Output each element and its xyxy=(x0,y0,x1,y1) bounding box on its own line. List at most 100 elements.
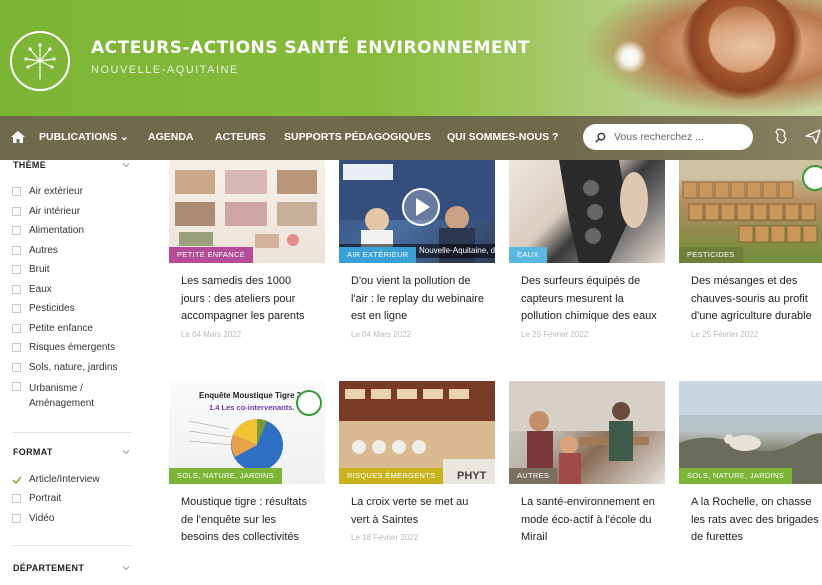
theme-tag[interactable]: AIR EXTÉRIEUR xyxy=(339,247,417,263)
chevron-down-icon[interactable] xyxy=(122,448,130,456)
nav-publications[interactable]: PUBLICATIONS ⌄ xyxy=(39,131,129,143)
article-card[interactable]: Nouvelle-Aquitaine, d'où vi AIR EXTÉRIEU… xyxy=(339,160,495,339)
dandelion-logo-icon xyxy=(24,43,56,80)
checkbox[interactable] xyxy=(12,324,21,333)
divider xyxy=(12,432,132,433)
article-date: Le 18 Février 2022 xyxy=(351,533,419,542)
nav-supports-pedagogiques[interactable]: SUPPORTS PÉDAGOGIQUES xyxy=(284,131,431,143)
divider xyxy=(12,545,132,546)
article-card[interactable]: PESTICIDES Des mésanges et des chauves-s… xyxy=(679,160,822,339)
article-card[interactable]: AUTRES La santé-environnement en mode éc… xyxy=(509,381,665,551)
filter-departement-heading[interactable]: DÉPARTEMENT xyxy=(13,563,84,573)
article-title[interactable]: La santé-environnement en mode éco-actif… xyxy=(521,494,657,547)
chevron-down-icon[interactable] xyxy=(122,161,130,169)
page: ACTEURS-ACTIONS SANTÉ ENVIRONNEMENT NOUV… xyxy=(0,0,822,585)
filter-option[interactable]: Eaux xyxy=(12,284,52,295)
filter-option[interactable]: Risques émergents xyxy=(12,342,115,353)
filter-option[interactable]: Pesticides xyxy=(12,303,75,314)
filter-option-label: Air intérieur xyxy=(29,206,81,217)
article-title[interactable]: A la Rochelle, on chasse les rats avec d… xyxy=(691,494,822,547)
theme-tag[interactable]: RISQUES ÉMERGENTS xyxy=(339,468,444,484)
article-image[interactable]: EAUX xyxy=(509,160,665,263)
checkbox[interactable] xyxy=(12,343,21,352)
article-title[interactable]: La croix verte se met au vert à Saintes xyxy=(351,494,487,529)
nav-acteurs[interactable]: ACTEURS xyxy=(215,131,266,143)
chevron-down-icon[interactable] xyxy=(122,564,130,572)
filter-option-label: Pesticides xyxy=(29,303,75,314)
filter-option[interactable]: Air intérieur xyxy=(12,206,80,217)
checkbox[interactable] xyxy=(12,304,21,313)
theme-tag[interactable]: EAUX xyxy=(509,247,547,263)
checkbox[interactable] xyxy=(12,246,21,255)
search-input[interactable] xyxy=(614,131,744,143)
article-card[interactable]: SOLS, NATURE, JARDINS A la Rochelle, on … xyxy=(679,381,822,551)
header-banner: ACTEURS-ACTIONS SANTÉ ENVIRONNEMENT NOUV… xyxy=(0,0,822,116)
article-image[interactable]: PHYT RISQUES ÉMERGENTS xyxy=(339,381,495,484)
video-caption: Nouvelle-Aquitaine, d'où vi xyxy=(419,246,495,255)
checkbox[interactable] xyxy=(12,382,21,391)
play-icon[interactable] xyxy=(401,187,441,227)
article-date: Le 04 Mars 2022 xyxy=(351,329,412,339)
article-image[interactable]: AUTRES xyxy=(509,381,665,484)
checkbox[interactable] xyxy=(12,187,21,196)
filter-option[interactable]: Portrait xyxy=(12,493,61,504)
nav-agenda[interactable]: AGENDA xyxy=(148,131,194,143)
article-title[interactable]: Moustique tigre : résultats de l'enquête… xyxy=(181,494,317,547)
theme-tag[interactable]: SOLS, NATURE, JARDINS xyxy=(679,468,793,484)
filter-option[interactable]: Vidéo xyxy=(12,513,54,524)
article-card[interactable]: PHYT RISQUES ÉMERGENTS La croix verte se… xyxy=(339,381,495,542)
filter-option-label: Portrait xyxy=(29,493,62,504)
filter-option[interactable]: Bruit xyxy=(12,264,50,275)
checkbox[interactable] xyxy=(12,226,21,235)
article-card[interactable]: PETITE ENFANCE Les samedis des 1000 jour… xyxy=(169,160,325,339)
search-box[interactable] xyxy=(583,124,753,150)
theme-tag[interactable]: SOLS, NATURE, JARDINS xyxy=(169,468,283,484)
site-title[interactable]: ACTEURS-ACTIONS SANTÉ ENVIRONNEMENT xyxy=(91,38,530,58)
article-title[interactable]: Des mésanges et des chauves-souris au pr… xyxy=(691,273,822,326)
checkbox[interactable] xyxy=(12,514,21,523)
filter-option[interactable]: Petite enfance xyxy=(12,323,93,334)
dandelion-image xyxy=(613,40,647,74)
send-icon[interactable] xyxy=(804,127,822,145)
article-image[interactable]: PESTICIDES xyxy=(679,160,822,263)
article-title[interactable]: Les samedis des 1000 jours : des atelier… xyxy=(181,273,317,326)
home-icon[interactable] xyxy=(10,129,26,145)
article-card[interactable]: Enquête Moustique Tigre 2 1.4 Les co-int… xyxy=(169,381,325,551)
filter-option[interactable]: Sols, nature, jardins xyxy=(12,362,117,373)
filter-option-label: Bruit xyxy=(29,264,50,275)
filter-option-label: Article/Interview xyxy=(29,474,100,485)
checkbox[interactable] xyxy=(12,265,21,274)
checkbox[interactable] xyxy=(12,285,21,294)
search-icon[interactable] xyxy=(595,132,606,143)
checkbox[interactable] xyxy=(12,494,21,503)
filter-option[interactable]: Urbanisme / Aménagement xyxy=(12,381,109,411)
article-title[interactable]: Des surfeurs équipés de capteurs mesuren… xyxy=(521,273,657,326)
article-date: Le 04 Mars 2022 xyxy=(181,329,242,339)
filter-option[interactable]: Autres xyxy=(12,245,58,256)
article-image[interactable]: SOLS, NATURE, JARDINS xyxy=(679,381,822,484)
shop-sign-text: PHYT xyxy=(457,470,487,482)
filter-option-label: Alimentation xyxy=(29,225,85,236)
site-logo[interactable] xyxy=(10,31,70,91)
nav-qui-sommes-nous[interactable]: QUI SOMMES-NOUS ? xyxy=(447,131,558,143)
filter-theme-heading[interactable]: THÈME xyxy=(13,160,46,170)
checkbox[interactable] xyxy=(12,207,21,216)
nouvelle-aquitaine-map-icon[interactable] xyxy=(772,127,790,145)
article-image[interactable]: PETITE ENFANCE xyxy=(169,160,325,263)
filter-format-heading[interactable]: FORMAT xyxy=(13,447,53,457)
article-title[interactable]: D'ou vient la pollution de l'air : le re… xyxy=(351,273,487,326)
filter-option[interactable]: Air extérieur xyxy=(12,186,83,197)
article-date: Le 25 Février 2022 xyxy=(691,329,759,339)
theme-tag[interactable]: PETITE ENFANCE xyxy=(169,247,253,263)
filter-option[interactable]: Article/Interview xyxy=(12,474,100,485)
filter-option[interactable]: Alimentation xyxy=(12,225,84,236)
checkbox[interactable] xyxy=(12,363,21,372)
theme-tag[interactable]: AUTRES xyxy=(509,468,558,484)
article-card[interactable]: EAUX Des surfeurs équipés de capteurs me… xyxy=(509,160,665,339)
checkmark-icon[interactable] xyxy=(12,475,22,485)
article-image[interactable]: Enquête Moustique Tigre 2 1.4 Les co-int… xyxy=(169,381,325,484)
filter-option-label: Sols, nature, jardins xyxy=(29,362,118,373)
article-image[interactable]: Nouvelle-Aquitaine, d'où vi AIR EXTÉRIEU… xyxy=(339,160,495,263)
filter-option-label: Air extérieur xyxy=(29,186,83,197)
theme-tag[interactable]: PESTICIDES xyxy=(679,247,743,263)
